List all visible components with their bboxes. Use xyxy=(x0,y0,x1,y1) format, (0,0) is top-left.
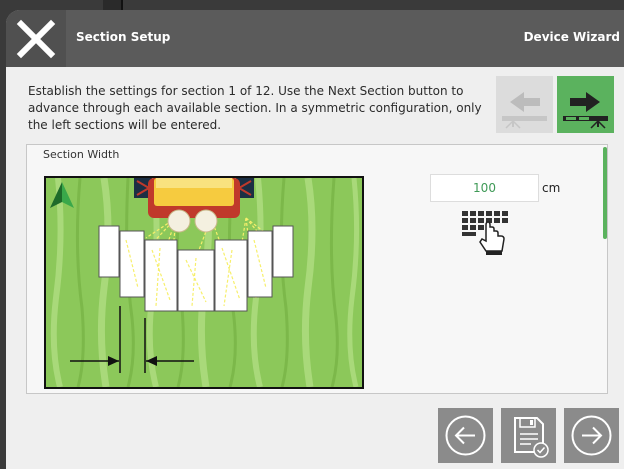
save-button[interactable] xyxy=(501,408,556,463)
title-bar: Section Setup Device Wizard xyxy=(6,10,624,67)
section-width-input[interactable]: 100 xyxy=(430,174,539,202)
forward-button[interactable] xyxy=(564,408,619,463)
close-icon xyxy=(16,19,56,58)
save-icon xyxy=(514,417,549,458)
back-button[interactable] xyxy=(438,408,493,463)
wizard-screen: Section Setup Device Wizard Establish th… xyxy=(6,10,624,469)
panel-scrollbar[interactable] xyxy=(603,147,607,239)
tractor-icon xyxy=(134,178,254,218)
keyboard-icon xyxy=(462,211,508,255)
forward-arrow-icon xyxy=(571,415,612,456)
previous-section-icon xyxy=(502,92,547,129)
page-title: Section Setup xyxy=(76,30,171,44)
next-section-button[interactable] xyxy=(557,76,614,133)
unit-label: cm xyxy=(542,181,561,195)
next-section-icon xyxy=(563,92,608,129)
back-arrow-icon xyxy=(445,415,486,456)
close-button[interactable] xyxy=(6,10,66,67)
section-width-diagram xyxy=(44,176,364,389)
keyboard-button[interactable] xyxy=(460,209,510,261)
wizard-name: Device Wizard xyxy=(523,30,620,44)
section-width-panel: Section Width 100 cm xyxy=(26,144,608,394)
field-illustration xyxy=(46,178,362,387)
instructions-text: Establish the settings for section 1 of … xyxy=(28,84,482,132)
device-bezel: Section Setup Device Wizard Establish th… xyxy=(0,0,624,469)
previous-section-button[interactable] xyxy=(496,76,553,133)
section-width-label: Section Width xyxy=(43,148,120,161)
